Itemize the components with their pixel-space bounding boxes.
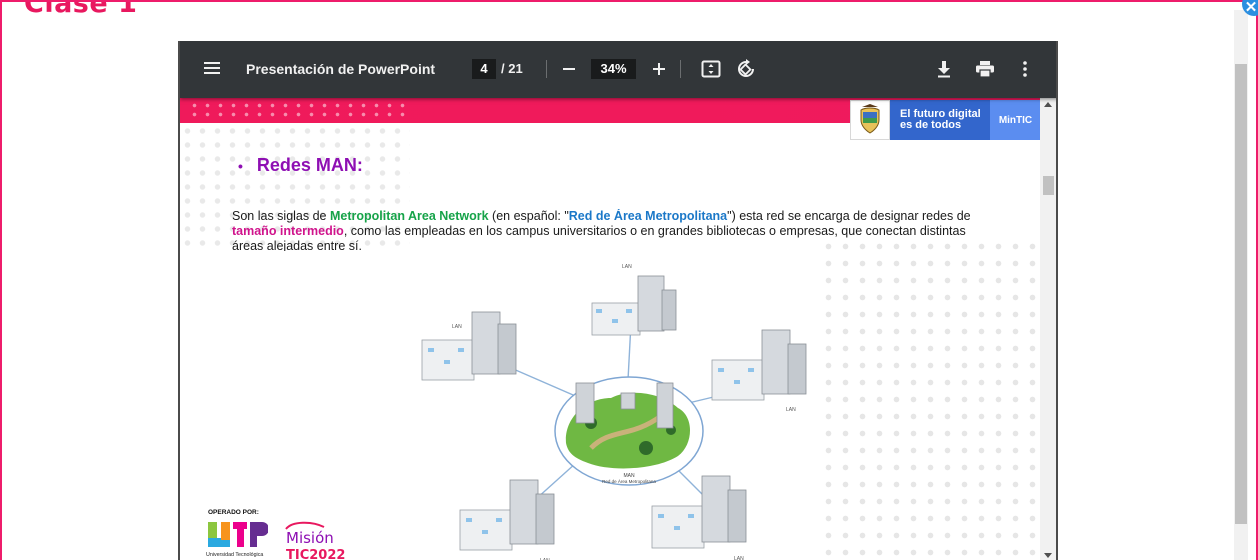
scrollbar-thumb[interactable] — [1043, 176, 1054, 195]
body-text-segment: ") esta red se encarga de designar redes… — [727, 209, 971, 223]
rotate-button[interactable] — [734, 57, 758, 81]
fit-page-button[interactable] — [699, 57, 723, 81]
mision-line2: TIC2022 — [286, 548, 345, 560]
content-frame: Clase 1 Presentación de PowerPoint / 21 — [0, 0, 1258, 560]
gov-slogan-line2: es de todos — [900, 119, 962, 131]
page-scrollbar[interactable] — [1234, 10, 1248, 560]
page-scrollbar-thumb[interactable] — [1235, 64, 1247, 524]
lan-label: LAN — [786, 407, 796, 413]
gov-slogan: El futuro digital es de todos — [890, 100, 990, 140]
download-icon — [938, 61, 950, 78]
zoom-in-button[interactable] — [647, 57, 671, 81]
body-highlight-blue: Red de Área Metropolitana — [568, 209, 728, 223]
mintic-label: MinTIC — [990, 100, 1041, 140]
body-highlight-magenta: tamaño intermedio — [232, 224, 344, 238]
page-total: / 21 — [501, 61, 523, 76]
zoom-input[interactable] — [591, 59, 636, 79]
print-button[interactable] — [973, 57, 997, 81]
lan-label: LAN — [734, 556, 744, 560]
man-network-diagram: MAN Red de Área Metropolitana LAN LAN LA… — [421, 264, 807, 560]
operated-by-label: OPERADO POR: — [208, 509, 259, 516]
document-title: Presentación de PowerPoint — [246, 61, 436, 77]
close-icon[interactable]: ✕ — [1242, 0, 1258, 16]
lan-building-bottom-left: LAN — [459, 479, 555, 560]
toolbar-divider — [546, 60, 547, 78]
zoom-out-button[interactable] — [557, 57, 581, 81]
bullet-icon: • — [238, 158, 243, 174]
mision-tic-logo: Misión TIC2022 — [285, 521, 345, 560]
more-options-button[interactable] — [1013, 57, 1037, 81]
slide-page: El futuro digital es de todos MinTIC • Re… — [180, 98, 1042, 560]
pdf-viewer: Presentación de PowerPoint / 21 — [178, 41, 1058, 560]
body-highlight-green: Metropolitan Area Network — [329, 209, 489, 223]
lan-label: LAN — [622, 264, 632, 270]
gov-logo-badge: El futuro digital es de todos MinTIC — [850, 100, 1041, 140]
lan-building-top: LAN — [591, 264, 677, 336]
body-text-segment: Son las siglas de — [232, 209, 330, 223]
print-icon — [976, 61, 994, 77]
mision-line1: Misión — [286, 529, 334, 547]
toolbar-divider — [680, 60, 681, 78]
fit-page-icon — [701, 60, 721, 78]
lan-building-left: LAN — [421, 311, 517, 381]
download-button[interactable] — [932, 57, 956, 81]
lan-building-right: LAN — [711, 329, 807, 413]
slide-body-text: Son las siglas de Metropolitan Area Netw… — [232, 209, 992, 251]
scroll-up-icon[interactable] — [1044, 102, 1052, 107]
pdf-toolbar: Presentación de PowerPoint / 21 — [180, 41, 1056, 98]
scroll-down-icon[interactable] — [1044, 553, 1052, 558]
man-sublabel: Red de Área Metropolitana — [602, 478, 656, 484]
lan-building-bottom-right: LAN — [651, 475, 747, 560]
minus-icon — [563, 68, 575, 70]
coat-of-arms-icon — [850, 100, 890, 140]
slide-bullet-heading: • Redes MAN: — [238, 155, 363, 176]
body-text-segment: (en español: " — [488, 209, 569, 223]
utp-logo: Universidad Tecnológica — [206, 522, 268, 558]
bullet-heading-text: Redes MAN: — [256, 155, 363, 175]
page-number-input[interactable] — [472, 59, 496, 79]
page-heading: Clase 1 — [24, 0, 138, 19]
document-scrollbar[interactable] — [1040, 98, 1056, 560]
footer-logos: OPERADO POR: Universidad Tecnológica Mis… — [204, 509, 374, 560]
more-vert-icon — [1023, 61, 1027, 77]
lan-label: LAN — [452, 324, 462, 330]
rotate-icon — [738, 59, 754, 77]
menu-icon[interactable] — [204, 61, 222, 77]
plus-icon — [653, 63, 665, 75]
decorative-dots — [820, 238, 1042, 560]
utp-caption: Universidad Tecnológica — [206, 552, 263, 558]
